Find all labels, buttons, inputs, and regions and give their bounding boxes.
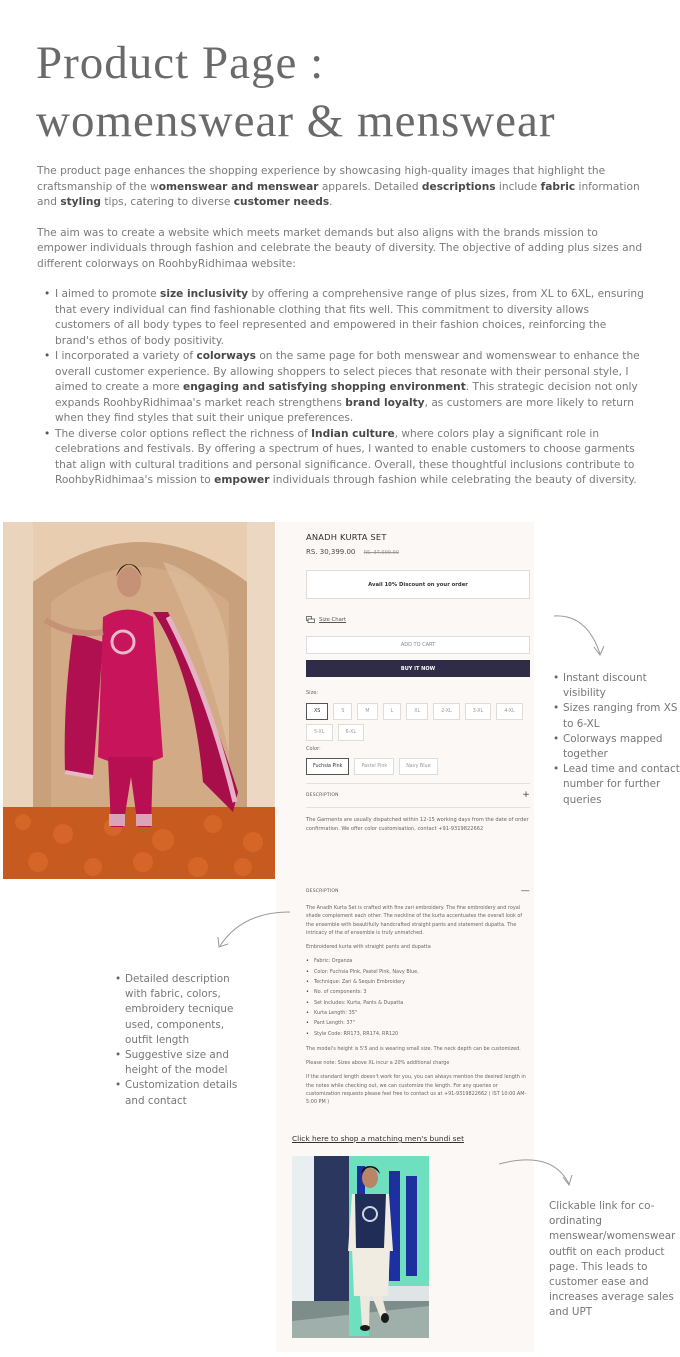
spec-item: Pant Length: 37" <box>306 1019 528 1028</box>
product-image-menswear[interactable] <box>292 1156 429 1338</box>
add-to-cart-button[interactable]: ADD TO CART <box>306 636 530 654</box>
product-image-womenswear[interactable] <box>3 522 275 879</box>
spec-list: Fabric: Organza Color: Fuchsia Pink, Pas… <box>306 957 528 1039</box>
annotation-item: Detailed description with fabric, colors… <box>115 972 244 1048</box>
customization-note: If the standard length doesn't work for … <box>306 1074 527 1106</box>
annotation-item: Instant discount visibility <box>553 671 680 701</box>
annotation-item: Colorways mapped together <box>553 732 680 762</box>
size-option-4xl[interactable]: 4-XL <box>496 703 523 720</box>
product-details-panel: ANADH KURTA SET RS. 30,399.00 RS. 37,999… <box>276 522 534 1352</box>
size-option-6xl[interactable]: 6-XL <box>337 724 365 741</box>
curved-arrow-down-left-icon <box>217 911 291 948</box>
description-subtitle: Embroidered kurta with straight pants an… <box>306 944 431 951</box>
size-option-xs[interactable]: XS <box>306 703 329 720</box>
intro-bullets: I aimed to promote size inclusivity by o… <box>37 287 647 489</box>
page-title: Product Page : womenswear & menswear <box>36 34 556 150</box>
annotation-item: Customization details and contact <box>115 1078 244 1108</box>
intro-paragraph-2: The aim was to create a website which me… <box>37 226 643 270</box>
buy-it-now-button[interactable]: BUY IT NOW <box>306 660 530 677</box>
collapse-minus-icon[interactable]: — <box>521 886 530 896</box>
size-option-l[interactable]: L <box>382 703 402 720</box>
matching-bundi-link[interactable]: Click here to shop a matching men's bund… <box>292 1134 464 1143</box>
size-option-m[interactable]: M <box>357 703 378 720</box>
discount-banner: Avail 10% Discount on your order <box>306 570 530 599</box>
size-chart-link[interactable]: Size Chart <box>306 616 346 623</box>
size-selector: XS S M L XL 2-XL 3-XL 4-XL 5-XL 6-XL <box>306 703 532 741</box>
annotation-middle-left: Detailed description with fabric, colors… <box>114 972 244 1109</box>
ruler-icon <box>306 616 315 623</box>
model-in-navy-bundi-illustration <box>292 1156 429 1338</box>
product-price: RS. 30,399.00 <box>306 548 356 556</box>
color-label: Color: <box>306 746 321 752</box>
annotation-item: Suggestive size and height of the model <box>115 1048 244 1078</box>
divider <box>306 783 530 784</box>
spec-item: Set Includes: Kurta, Pants & Dupatta <box>306 999 528 1008</box>
spec-item: No. of components: 3 <box>306 988 528 997</box>
color-option-pastel-pink[interactable]: Pastel Pink <box>354 758 395 775</box>
annotation-item: Lead time and contact number for further… <box>553 762 680 808</box>
annotation-item: Sizes ranging from XS to 6-XL <box>553 701 680 731</box>
product-name: ANADH KURTA SET <box>306 532 387 542</box>
size-option-3xl[interactable]: 3-XL <box>464 703 492 720</box>
color-option-navy-blue[interactable]: Navy Blue <box>399 758 438 775</box>
description-body: The Anadh Kurta Set is crafted with fine… <box>306 904 528 1113</box>
intro-bullet: I incorporated a variety of colorways on… <box>44 349 647 427</box>
size-label: Size: <box>306 690 318 696</box>
color-selector: Fuchsia Pink Pastel Pink Navy Blue <box>306 758 438 775</box>
title-line-1: Product Page : <box>36 37 325 89</box>
size-option-xl[interactable]: XL <box>406 703 429 720</box>
dispatch-note: The Garments are usually dispatched with… <box>306 817 529 832</box>
description-heading: DESCRIPTION <box>306 792 339 798</box>
description-intro: The Anadh Kurta Set is crafted with fine… <box>306 905 523 936</box>
curved-arrow-down-icon <box>553 615 605 656</box>
annotation-top-right: Instant discount visibility Sizes rangin… <box>552 671 680 808</box>
product-price-row: RS. 30,399.00 RS. 37,999.00 <box>306 548 399 556</box>
model-note: The model's height is 5'5 and is wearing… <box>306 1045 521 1052</box>
size-chart-label[interactable]: Size Chart <box>319 617 346 623</box>
curved-arrow-down-right-icon <box>498 1159 573 1187</box>
spec-item: Kurta Length: 35" <box>306 1009 528 1018</box>
intro-paragraph-1: The product page enhances the shopping e… <box>37 165 640 208</box>
size-option-5xl[interactable]: 5-XL <box>306 724 333 741</box>
divider <box>306 807 530 808</box>
size-option-2xl[interactable]: 2-XL <box>433 703 460 720</box>
spec-item: Fabric: Organza <box>306 957 528 966</box>
expand-plus-icon[interactable]: + <box>522 790 530 800</box>
color-option-fuchsia-pink[interactable]: Fuchsia Pink <box>306 758 350 775</box>
description-accordion-expanded[interactable]: DESCRIPTION — <box>306 886 530 896</box>
model-in-fuchsia-kurta-illustration <box>3 522 275 879</box>
title-line-2: womenswear & menswear <box>36 95 556 147</box>
description-heading: DESCRIPTION <box>306 888 339 894</box>
spec-item: Technique: Zari & Sequin Embroidery <box>306 978 528 987</box>
product-old-price: RS. 37,999.00 <box>363 550 399 556</box>
size-surcharge-note: Please note: Sizes above XL incur a 20% … <box>306 1060 450 1067</box>
intro-bullet: I aimed to promote size inclusivity by o… <box>44 287 647 349</box>
size-option-s[interactable]: S <box>333 703 353 720</box>
spec-item: Style Code: RR173, RR174, RR120 <box>306 1030 528 1039</box>
intro-bullet: The diverse color options reflect the ri… <box>44 427 647 489</box>
intro-text: The product page enhances the shopping e… <box>37 164 647 489</box>
spec-item: Color: Fuchsia Pink, Pastel Pink, Navy B… <box>306 968 528 977</box>
description-accordion-collapsed[interactable]: DESCRIPTION + <box>306 790 530 800</box>
annotation-bottom-right: Clickable link for co-ordinating menswea… <box>549 1200 676 1319</box>
